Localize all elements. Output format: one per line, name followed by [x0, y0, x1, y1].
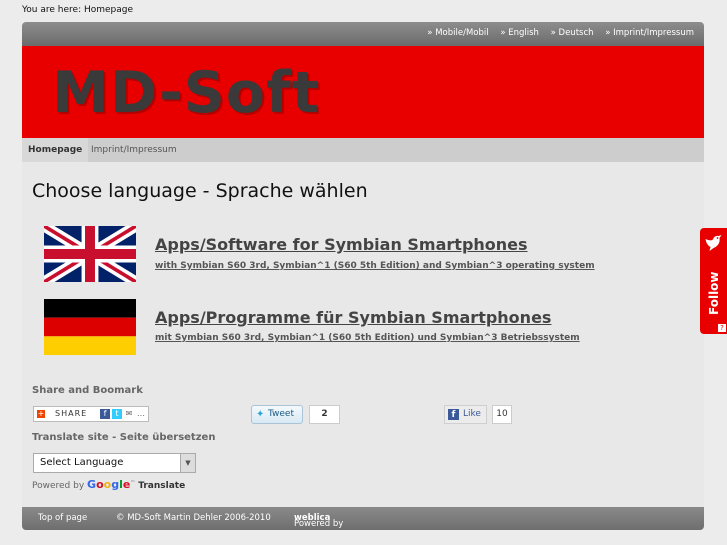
breadcrumb: You are here: Homepage — [22, 5, 134, 15]
page-container: » Mobile/Mobil » English » Deutsch » Imp… — [22, 22, 704, 530]
top-link-mobile[interactable]: » Mobile/Mobil — [427, 28, 488, 38]
top-of-page-link[interactable]: Top of page — [38, 513, 87, 523]
footer-powered-prefix: Powered by — [294, 519, 344, 529]
powered-by-text: Powered by — [32, 481, 85, 491]
english-apps-link[interactable]: Apps/Software for Symbian Smartphones — [155, 235, 528, 254]
help-icon[interactable]: ? — [718, 324, 726, 332]
page-title: Choose language - Sprache wählen — [32, 180, 368, 202]
main-nav: Homepage Imprint/Impressum — [22, 138, 704, 162]
english-apps-subtitle[interactable]: with Symbian S60 3rd, Symbian^1 (S60 5th… — [155, 261, 595, 271]
tweet-count: 2 — [309, 405, 340, 424]
follow-widget[interactable]: Follow ? — [700, 228, 727, 334]
translate-label: Translate site - Seite übersetzen — [32, 432, 216, 443]
nav-item-imprint[interactable]: Imprint/Impressum — [85, 138, 183, 162]
addthis-share-button[interactable]: + SHARE f t ✉ … — [33, 406, 149, 422]
tweet-label: Tweet — [268, 409, 294, 419]
like-count: 10 — [492, 405, 512, 424]
top-link-english[interactable]: » English — [500, 28, 539, 38]
bird-icon — [705, 235, 722, 251]
facebook-like-button[interactable]: f Like — [444, 405, 487, 424]
share-label: Share and Boomark — [32, 385, 143, 396]
site-logo[interactable]: MD-Soft — [52, 60, 320, 126]
chevron-down-icon[interactable]: ▼ — [180, 454, 195, 472]
site-footer: Top of page © MD-Soft Martin Dehler 2006… — [22, 507, 704, 530]
german-apps-subtitle[interactable]: mit Symbian S60 3rd, Symbian^1 (S60 5th … — [155, 333, 580, 343]
language-select-value: Select Language — [40, 457, 124, 468]
translate-word[interactable]: Translate — [138, 481, 185, 491]
top-link-imprint[interactable]: » Imprint/Impressum — [605, 28, 694, 38]
site-header: MD-Soft — [22, 46, 704, 138]
top-bar: » Mobile/Mobil » English » Deutsch » Imp… — [22, 22, 704, 46]
german-apps-link[interactable]: Apps/Programme für Symbian Smartphones — [155, 308, 551, 327]
twitter-icon: t — [112, 409, 122, 419]
trademark-text: ™ — [130, 480, 136, 486]
powered-by-footer: Powered by weblica — [294, 513, 343, 529]
german-flag-icon[interactable] — [44, 299, 136, 355]
share-button-label: SHARE — [55, 409, 88, 418]
top-link-deutsch[interactable]: » Deutsch — [551, 28, 594, 38]
copyright-text: © MD-Soft Martin Dehler 2006-2010 — [116, 513, 271, 523]
nav-item-homepage[interactable]: Homepage — [22, 138, 89, 162]
email-icon: ✉ — [125, 409, 133, 418]
more-icon: … — [137, 409, 145, 418]
top-links: » Mobile/Mobil » English » Deutsch » Imp… — [418, 28, 694, 38]
language-select[interactable]: Select Language ▼ — [33, 453, 196, 473]
google-translate-credit: Powered by Google™ Translate — [32, 478, 185, 491]
twitter-bird-icon: ✦ — [256, 409, 265, 420]
google-logo[interactable]: Google — [87, 478, 130, 491]
facebook-icon: f — [100, 409, 110, 419]
facebook-icon: f — [448, 409, 459, 420]
tweet-button[interactable]: ✦ Tweet — [251, 405, 303, 424]
follow-label: Follow — [707, 271, 721, 315]
plus-icon: + — [37, 409, 45, 418]
uk-flag-icon[interactable] — [44, 226, 136, 282]
like-label: Like — [463, 409, 481, 419]
